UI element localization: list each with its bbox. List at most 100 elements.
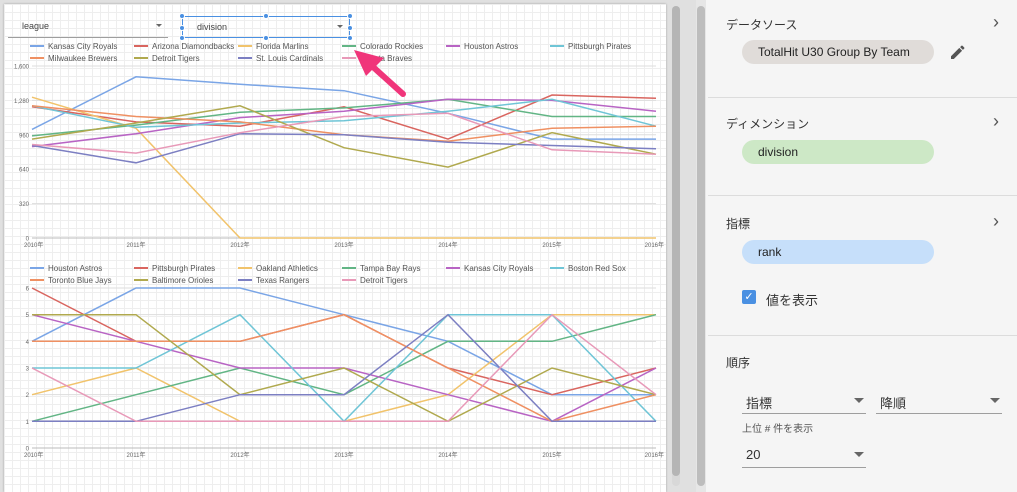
chevron-right-icon[interactable]: › <box>993 112 999 130</box>
legend-item[interactable]: Arizona Diamondbacks <box>134 42 234 51</box>
metric-chip-label: rank <box>758 245 782 259</box>
dropdown-arrow-icon <box>990 398 1000 403</box>
properties-panel: データソース › TotalHit U30 Group By Team ディメン… <box>696 0 1017 492</box>
x-tick-label: 2011年 <box>127 241 146 249</box>
legend-item[interactable]: Florida Marlins <box>238 42 308 51</box>
legend-label: Pittsburgh Pirates <box>568 42 631 51</box>
legend-label: Detroit Tigers <box>152 54 200 63</box>
y-tick-label: 960 <box>19 133 30 139</box>
time-series-chart-bottom[interactable]: Houston Astros Pittsburgh Pirates Oakland … <box>4 260 666 492</box>
y-tick-label: 320 <box>19 202 30 208</box>
dimension-chip-label: division <box>758 145 799 159</box>
datasource-chip[interactable]: TotalHit U30 Group By Team <box>742 40 934 64</box>
datasource-chip-label: TotalHit U30 Group By Team <box>758 45 910 59</box>
y-tick-label: 2 <box>26 393 30 399</box>
legend-item[interactable]: Pittsburgh Pirates <box>550 42 631 51</box>
legend-item[interactable]: Houston Astros <box>30 264 102 273</box>
legend-label: Colorado Rockies <box>360 42 423 51</box>
x-tick-label: 2010年 <box>24 451 43 459</box>
legend-label: Toronto Blue Jays <box>48 276 112 285</box>
x-tick-label: 2013年 <box>334 451 353 459</box>
legend-item[interactable]: Detroit Tigers <box>342 276 408 285</box>
legend-label: Atlanta Braves <box>360 54 412 63</box>
x-tick-label: 2014年 <box>438 451 457 459</box>
legend-label: Tampa Bay Rays <box>360 264 420 273</box>
x-tick-label: 2015年 <box>542 451 561 459</box>
legend-item[interactable]: Colorado Rockies <box>342 42 423 51</box>
report-canvas: league division Kansas City Royals Arizon… <box>0 0 696 492</box>
resize-handle-top-right[interactable] <box>347 13 353 19</box>
canvas-scrollbar-thumb[interactable] <box>672 6 680 476</box>
legend-item[interactable]: Toronto Blue Jays <box>30 276 112 285</box>
legend-item[interactable]: St. Louis Cardinals <box>238 54 323 63</box>
series-line[interactable] <box>31 98 656 137</box>
legend-item[interactable]: Detroit Tigers <box>134 54 200 63</box>
legend-item[interactable]: Kansas City Royals <box>446 264 533 273</box>
legend-label: St. Louis Cardinals <box>256 54 323 63</box>
y-tick-label: 6 <box>26 287 30 293</box>
y-tick-label: 0 <box>26 237 30 243</box>
x-tick-label: 2012年 <box>230 241 249 249</box>
order-title: 順序 <box>726 356 751 370</box>
x-tick-label: 2013年 <box>334 241 353 249</box>
resize-handle-top[interactable] <box>263 13 269 19</box>
y-tick-label: 1,600 <box>14 65 30 71</box>
legend-label: Kansas City Royals <box>48 42 117 51</box>
legend-item[interactable]: Houston Astros <box>446 42 518 51</box>
chevron-right-icon[interactable]: › <box>993 212 999 230</box>
panel-scrollbar-thumb[interactable] <box>697 6 705 486</box>
checkbox-checked-icon[interactable]: ✓ <box>742 290 756 304</box>
order-field-value: 指標 <box>746 396 773 411</box>
y-tick-label: 3 <box>26 367 30 373</box>
legend-label: Florida Marlins <box>256 42 308 51</box>
time-series-chart-top[interactable]: Kansas City Royals Arizona Diamondbacks Fl… <box>4 34 666 274</box>
legend-label: Detroit Tigers <box>360 276 408 285</box>
league-filter-label: league <box>22 21 50 31</box>
legend-label: Oakland Athletics <box>256 264 318 273</box>
chart-legend: Kansas City Royals Arizona Diamondbacks Fl… <box>30 42 631 63</box>
legend-label: Baltimore Orioles <box>152 276 213 285</box>
top-n-label: 上位 # 件を表示 <box>742 424 814 435</box>
legend-item[interactable]: Atlanta Braves <box>342 54 412 63</box>
metric-chip[interactable]: rank <box>742 240 934 264</box>
x-tick-label: 2014年 <box>438 241 457 249</box>
legend-item[interactable]: Texas Rangers <box>238 276 309 285</box>
y-tick-label: 640 <box>19 168 30 174</box>
canvas-scrollbar[interactable] <box>672 6 680 486</box>
resize-handle-right[interactable] <box>347 25 353 31</box>
legend-item[interactable]: Tampa Bay Rays <box>342 264 420 273</box>
panel-scrollbar[interactable] <box>696 0 706 492</box>
order-direction-select[interactable]: 降順 <box>876 386 1002 414</box>
resize-handle-left[interactable] <box>179 25 185 31</box>
legend-item[interactable]: Oakland Athletics <box>238 264 318 273</box>
metric-section: 指標 › rank ✓ 値を表示 <box>708 196 1017 336</box>
top-n-value: 20 <box>746 447 761 462</box>
pencil-icon[interactable] <box>948 42 968 62</box>
dropdown-arrow-icon <box>854 398 864 403</box>
x-tick-label: 2010年 <box>24 241 43 249</box>
series-line[interactable] <box>31 96 656 239</box>
report-page: league division Kansas City Royals Arizon… <box>4 4 666 492</box>
datasource-section: データソース › TotalHit U30 Group By Team <box>708 0 1017 98</box>
dimension-chip[interactable]: division <box>742 140 934 164</box>
y-tick-label: 1,280 <box>14 99 30 105</box>
legend-item[interactable]: Pittsburgh Pirates <box>134 264 215 273</box>
y-tick-label: 1 <box>26 420 30 426</box>
metric-title: 指標 <box>726 217 751 231</box>
legend-item[interactable]: Boston Red Sox <box>550 264 626 273</box>
series-line[interactable] <box>31 98 657 129</box>
dropdown-arrow-icon <box>156 24 162 27</box>
legend-label: Kansas City Royals <box>464 264 533 273</box>
top-n-select[interactable]: 20 <box>742 440 866 468</box>
datasource-title: データソース <box>726 18 798 32</box>
resize-handle-top-left[interactable] <box>179 13 185 19</box>
x-tick-label: 2015年 <box>542 241 561 249</box>
order-field-select[interactable]: 指標 <box>742 386 866 414</box>
show-values-label: 値を表示 <box>766 293 819 308</box>
legend-label: Houston Astros <box>464 42 518 51</box>
legend-item[interactable]: Kansas City Royals <box>30 42 117 51</box>
chevron-right-icon[interactable]: › <box>993 13 999 31</box>
chart-legend: Houston Astros Pittsburgh Pirates Oakland … <box>30 264 626 285</box>
legend-item[interactable]: Baltimore Orioles <box>134 276 213 285</box>
legend-item[interactable]: Milwaukee Brewers <box>30 54 117 63</box>
